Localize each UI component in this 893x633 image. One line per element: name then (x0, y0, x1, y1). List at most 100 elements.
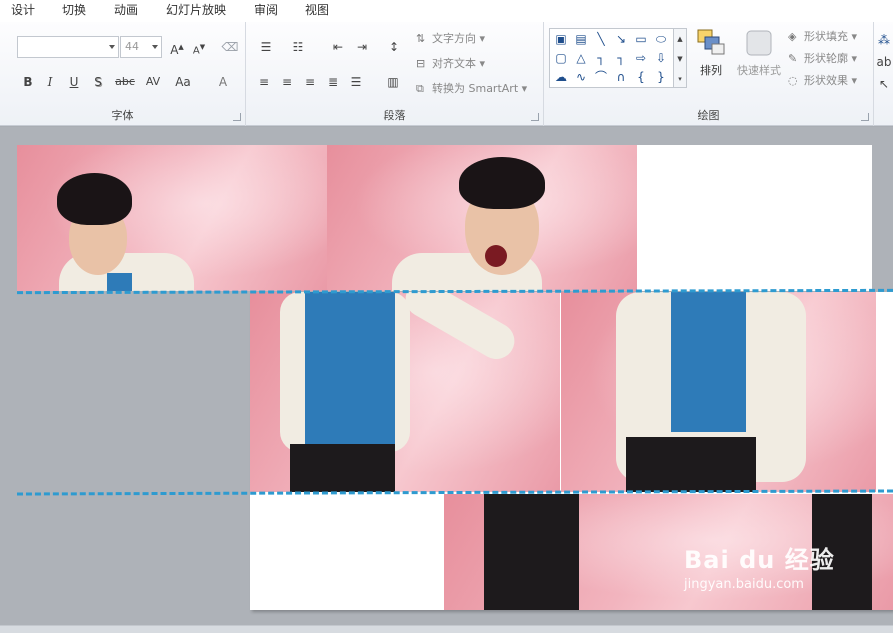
elbow-connector-shape-icon[interactable]: ┐ (592, 50, 610, 66)
align-text-icon: ⊟ (416, 57, 426, 70)
shape-outline-button[interactable]: ✎ 形状轮廓 ▾ (788, 50, 857, 68)
rounded-rectangle-shape-icon[interactable]: ▢ (552, 50, 570, 66)
chevron-down-icon[interactable]: ▼ (674, 49, 686, 69)
down-arrow-shape-icon[interactable]: ⇩ (652, 50, 670, 66)
columns-button[interactable]: ▥ (380, 72, 406, 92)
photo-pants (626, 437, 756, 492)
watermark-url: jingyan.baidu.com (684, 577, 804, 592)
quick-styles-button[interactable]: 快速样式 (733, 28, 785, 78)
grow-font-button[interactable]: A▲ (167, 37, 187, 57)
ribbon: 44 A▲ A▼ ⌫ B I U S abc AV Aa A 字体 ☰ ☷ ⇤ … (0, 22, 893, 126)
photo-tile[interactable] (250, 292, 560, 492)
clear-format-icon: ⌫ (221, 40, 239, 54)
photo-tile[interactable] (17, 145, 327, 291)
photo-shirt (305, 292, 395, 447)
tab-transitions[interactable]: 切换 (62, 0, 86, 22)
quick-styles-label: 快速样式 (737, 64, 781, 77)
tab-animations[interactable]: 动画 (114, 0, 138, 22)
replace-icon[interactable]: ab (876, 52, 892, 72)
drawing-group-label: 绘图 (697, 109, 720, 122)
effects-icon: ◌ (788, 74, 798, 87)
arrange-label: 排列 (700, 64, 722, 77)
dialog-launcher-icon[interactable] (531, 113, 539, 121)
dialog-launcher-icon[interactable] (233, 113, 241, 121)
increase-indent-button[interactable]: ⇥ (352, 37, 372, 57)
distributed-icon: ☰ (350, 75, 362, 89)
more-icon[interactable]: ▾ (674, 69, 686, 89)
align-left-button[interactable]: ≡ (254, 72, 274, 92)
vertical-textbox-shape-icon[interactable]: ▤ (572, 31, 590, 47)
line-spacing-button[interactable]: ↕ (384, 37, 404, 57)
decrease-indent-button[interactable]: ⇤ (328, 37, 348, 57)
freeform-shape-icon[interactable]: ∿ (572, 69, 590, 85)
font-size-combo[interactable]: 44 (120, 36, 162, 58)
bullets-button[interactable]: ☰ (254, 37, 278, 57)
find-icon[interactable]: ⁂ (876, 30, 892, 50)
shrink-font-icon: A (192, 45, 200, 57)
tab-design[interactable]: 设计 (11, 0, 35, 22)
distributed-button[interactable]: ☰ (346, 72, 366, 92)
elbow-arrow-shape-icon[interactable]: ┐ (612, 50, 630, 66)
slide-top-row[interactable] (17, 145, 872, 291)
character-spacing-button[interactable]: AV (140, 72, 166, 92)
photo-arm (399, 292, 521, 366)
right-arrow-shape-icon[interactable]: ⇨ (632, 50, 650, 66)
curve-shape-icon[interactable]: ∩ (612, 69, 630, 85)
rectangle-shape-icon[interactable]: ▭ (632, 31, 650, 47)
tab-review[interactable]: 审阅 (254, 0, 278, 22)
change-case-button[interactable]: Aa (170, 72, 196, 92)
oval-shape-icon[interactable]: ⬭ (652, 31, 670, 47)
watermark: Bai du 经验 jingyan.baidu.com (684, 540, 854, 592)
triangle-shape-icon[interactable]: △ (572, 50, 590, 66)
arrange-icon (696, 28, 726, 58)
arc-shape-icon[interactable]: ⌒ (592, 69, 610, 85)
line-spacing-icon: ↕ (388, 40, 400, 54)
numbering-button[interactable]: ☷ (286, 37, 310, 57)
paragraph-group: ☰ ☷ ⇤ ⇥ ↕ ≡ ≡ ≡ ≣ ☰ ▥ ⇅ 文字方向 ▾ ⊟ 对齐文本 ▾ ⧉ 转… (246, 22, 544, 126)
shapes-gallery[interactable]: ▣ ▤ ╲ ↘ ▭ ⬭ ▢ △ ┐ ┐ ⇨ ⇩ ☁ ∿ ⌒ ∩ { } (549, 28, 674, 88)
font-name-combo[interactable] (17, 36, 119, 58)
arrow-line-shape-icon[interactable]: ↘ (612, 31, 630, 47)
align-right-button[interactable]: ≡ (300, 72, 320, 92)
line-shape-icon[interactable]: ╲ (592, 31, 610, 47)
strikethrough-button[interactable]: abc (112, 72, 138, 92)
bold-button[interactable]: B (18, 72, 38, 92)
columns-icon: ▥ (387, 75, 399, 89)
font-group: 44 A▲ A▼ ⌫ B I U S abc AV Aa A 字体 (0, 22, 246, 126)
photo-shirt (107, 273, 132, 291)
shrink-font-button[interactable]: A▼ (189, 37, 209, 57)
align-text-button[interactable]: ⊟ 对齐文本 ▾ (416, 55, 485, 73)
font-group-label: 字体 (111, 109, 134, 122)
italic-button[interactable]: I (40, 72, 60, 92)
left-brace-shape-icon[interactable]: { (632, 69, 650, 85)
clear-formatting-button[interactable]: ⌫ (220, 37, 240, 57)
align-center-button[interactable]: ≡ (277, 72, 297, 92)
text-direction-button[interactable]: ⇅ 文字方向 ▾ (416, 30, 485, 48)
chevron-up-icon[interactable]: ▲ (674, 29, 686, 49)
tab-slideshow[interactable]: 幻灯片放映 (166, 0, 226, 22)
photo-tile[interactable] (327, 145, 637, 291)
underline-button[interactable]: U (64, 72, 84, 92)
font-color-button[interactable]: A (210, 72, 236, 92)
right-brace-shape-icon[interactable]: } (652, 69, 670, 85)
bullet-list-icon: ☰ (260, 40, 272, 54)
dialog-launcher-icon[interactable] (861, 113, 869, 121)
justify-button[interactable]: ≣ (323, 72, 343, 92)
photo-pants (484, 494, 579, 610)
chevron-down-icon (109, 45, 115, 49)
tab-view[interactable]: 视图 (305, 0, 329, 22)
shapes-gallery-scroll[interactable]: ▲ ▼ ▾ (673, 28, 687, 88)
select-icon[interactable]: ↖ (876, 74, 892, 94)
shape-fill-button[interactable]: ◈ 形状填充 ▾ (788, 28, 857, 46)
cloud-shape-icon[interactable]: ☁ (552, 69, 570, 85)
arrange-button[interactable]: 排列 (694, 28, 728, 78)
photo-pants (290, 444, 395, 492)
text-shadow-button[interactable]: S (88, 72, 108, 92)
convert-smartart-button[interactable]: ⧉ 转换为 SmartArt ▾ (416, 80, 527, 98)
photo-tile[interactable] (561, 292, 876, 492)
photo-hair (459, 157, 545, 209)
numbered-list-icon: ☷ (292, 40, 304, 54)
shape-effects-button[interactable]: ◌ 形状效果 ▾ (788, 72, 857, 90)
photo-shirt (671, 292, 746, 432)
textbox-shape-icon[interactable]: ▣ (552, 31, 570, 47)
